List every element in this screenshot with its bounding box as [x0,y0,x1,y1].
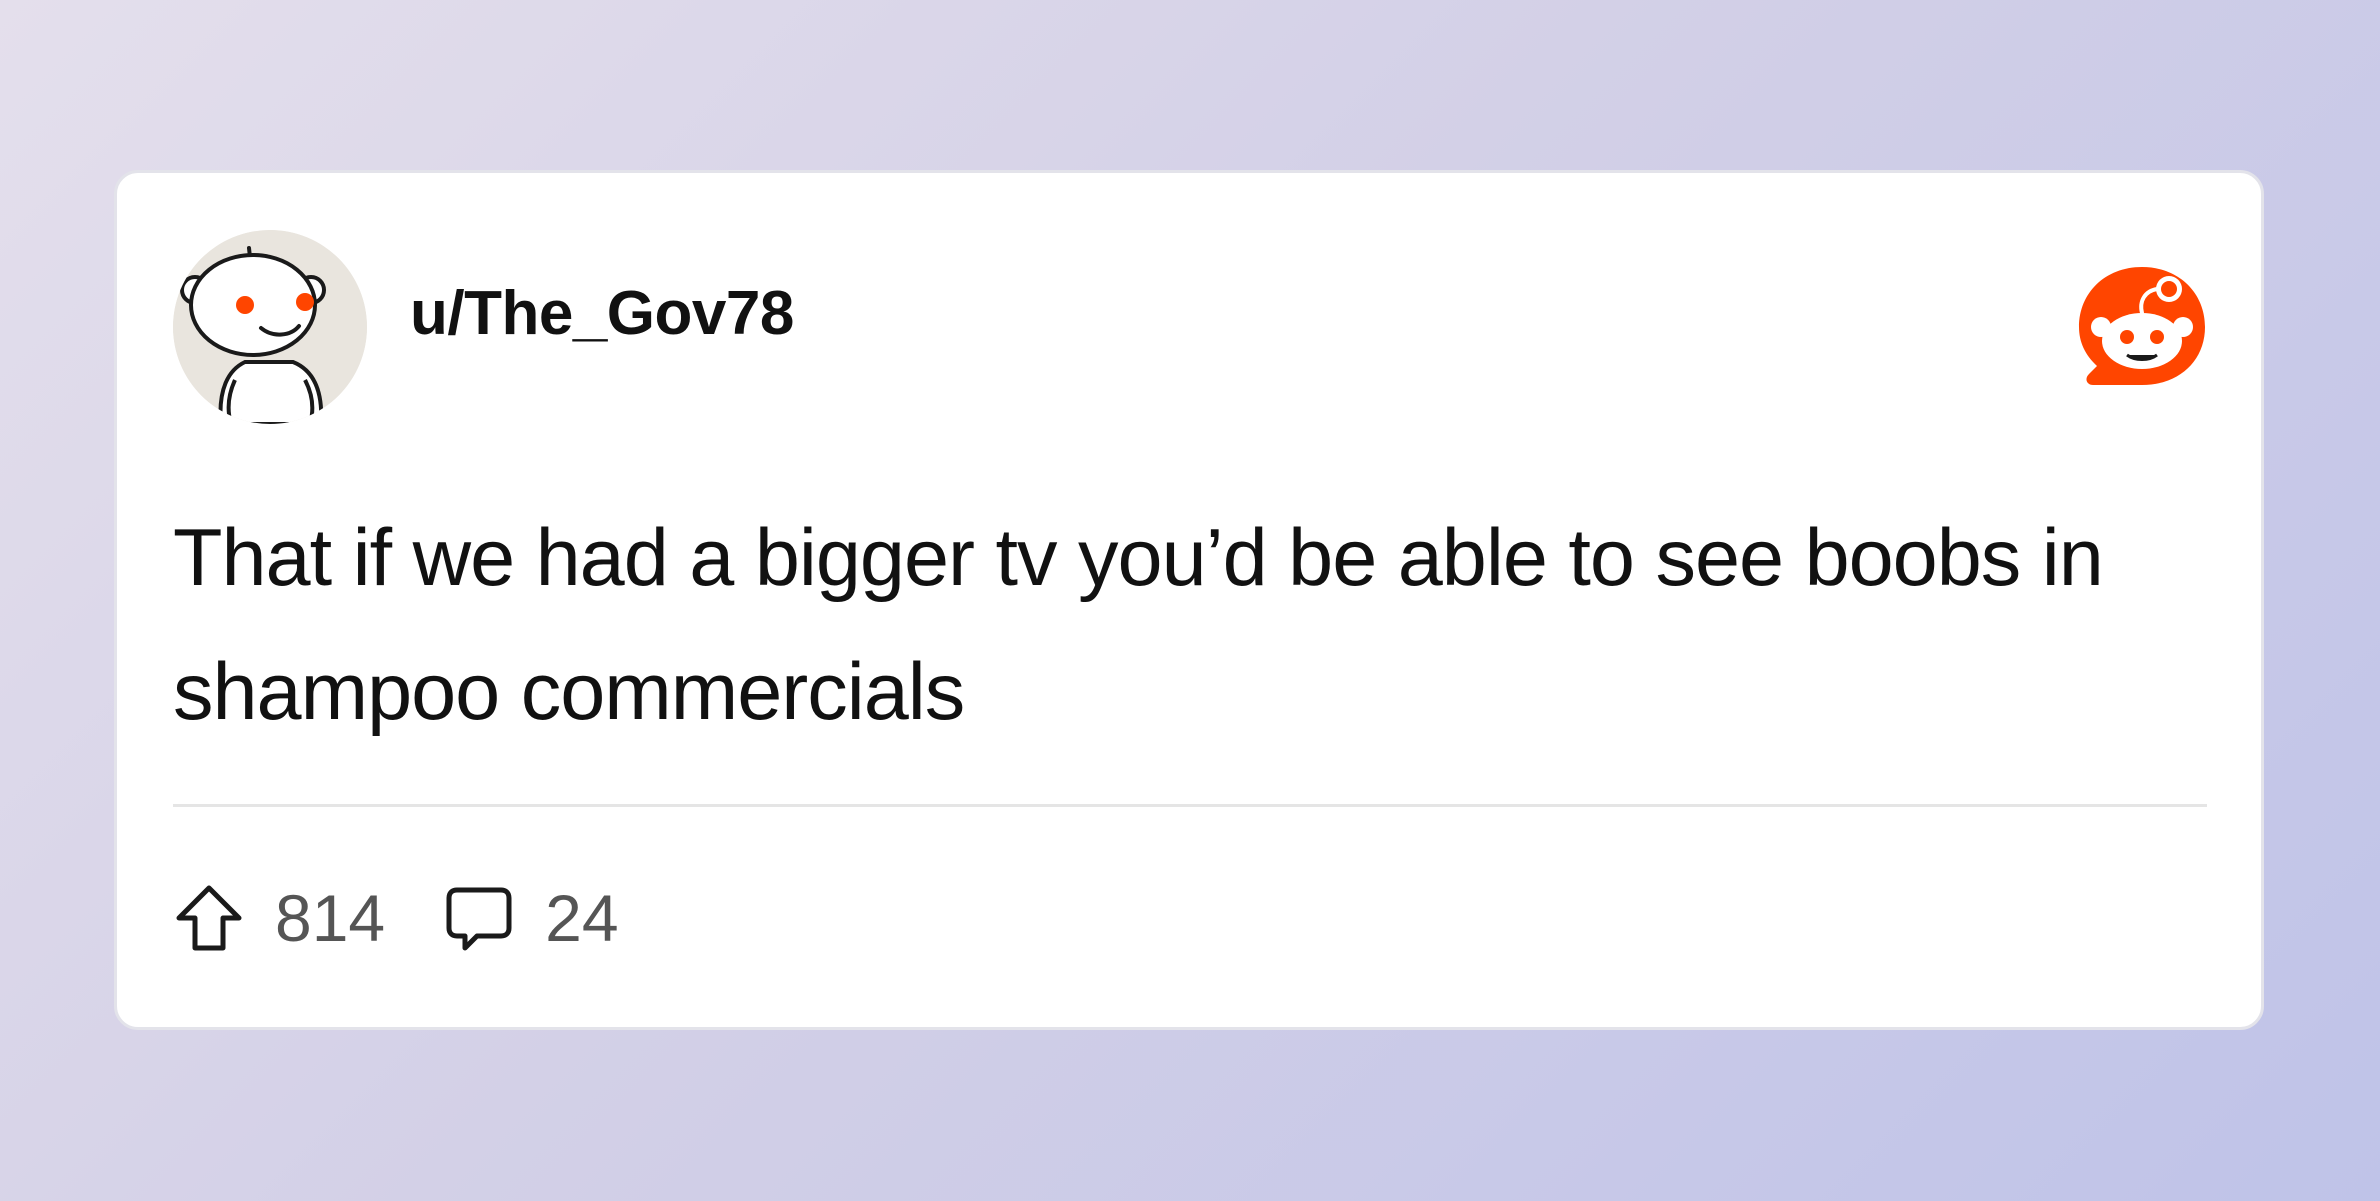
comment-icon[interactable] [443,882,515,954]
upvote-icon[interactable] [173,882,245,954]
post-stats: 814 24 [173,878,677,958]
user-avatar[interactable] [173,230,367,424]
upvote-count: 814 [275,881,386,955]
snoo-avatar-icon [173,230,367,424]
post-card[interactable]: u/The_Gov78 That if we had a bigger tv y… [114,170,2264,1030]
divider [173,804,2207,807]
username[interactable]: u/The_Gov78 [410,278,794,349]
post-body: That if we had a bigger tv you’d be able… [173,513,2104,737]
comment-count: 24 [545,881,619,955]
reddit-logo-icon [2075,263,2209,397]
